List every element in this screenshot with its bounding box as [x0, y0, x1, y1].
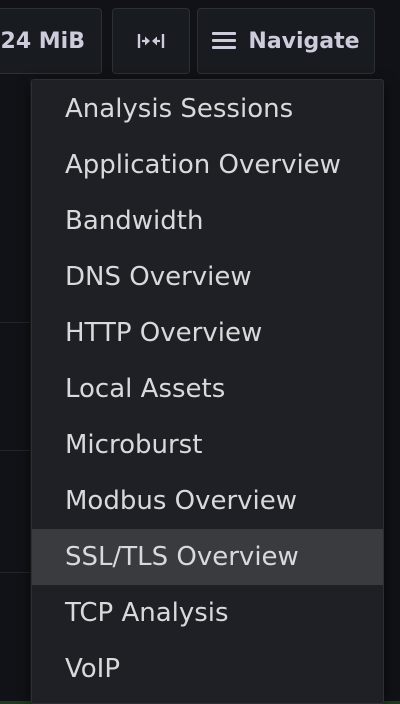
menu-item-label: TCP Analysis — [65, 598, 229, 628]
menu-item-label: Bandwidth — [65, 206, 204, 236]
menu-item-label: Analysis Sessions — [65, 94, 294, 124]
menu-item-bandwidth[interactable]: Bandwidth — [32, 193, 383, 249]
menu-item-tcp-analysis[interactable]: TCP Analysis — [32, 585, 383, 641]
panel-gridline — [0, 572, 30, 573]
menu-item-label: HTTP Overview — [65, 318, 263, 348]
panel-gridline — [0, 322, 30, 323]
data-size-label: 1.24 MiB — [0, 28, 85, 54]
menu-item-local-assets[interactable]: Local Assets — [32, 361, 383, 417]
collapse-horizontal-icon — [137, 34, 165, 48]
menu-item-label: Microburst — [65, 430, 203, 460]
panel-gridline — [0, 450, 30, 451]
data-size-button[interactable]: 1.24 MiB — [0, 8, 102, 74]
menu-item-label: DNS Overview — [65, 262, 252, 292]
menu-item-modbus-overview[interactable]: Modbus Overview — [32, 473, 383, 529]
menu-item-label: VoIP — [65, 654, 121, 684]
navigate-button[interactable]: Navigate — [197, 8, 375, 74]
menu-item-microburst[interactable]: Microburst — [32, 417, 383, 473]
menu-item-label: Local Assets — [65, 374, 226, 404]
menu-item-label: Modbus Overview — [65, 486, 298, 516]
menu-item-label: SSL/TLS Overview — [65, 542, 299, 572]
menu-item-http-overview[interactable]: HTTP Overview — [32, 305, 383, 361]
menu-item-voip[interactable]: VoIP — [32, 641, 383, 697]
navigate-label: Navigate — [248, 28, 360, 54]
menu-item-dns-overview[interactable]: DNS Overview — [32, 249, 383, 305]
collapse-button[interactable] — [112, 8, 190, 74]
menu-item-analysis-sessions[interactable]: Analysis Sessions — [32, 81, 383, 137]
menu-item-application-overview[interactable]: Application Overview — [32, 137, 383, 193]
navigate-dropdown-menu: Analysis Sessions Application Overview B… — [31, 79, 384, 704]
hamburger-menu-icon — [212, 32, 237, 50]
dashboard-stage: 1.24 MiB Navigate Analysis Sessions Appl… — [0, 0, 400, 704]
menu-item-label: Application Overview — [65, 150, 341, 180]
menu-item-ssl-tls-overview[interactable]: SSL/TLS Overview — [32, 529, 383, 585]
